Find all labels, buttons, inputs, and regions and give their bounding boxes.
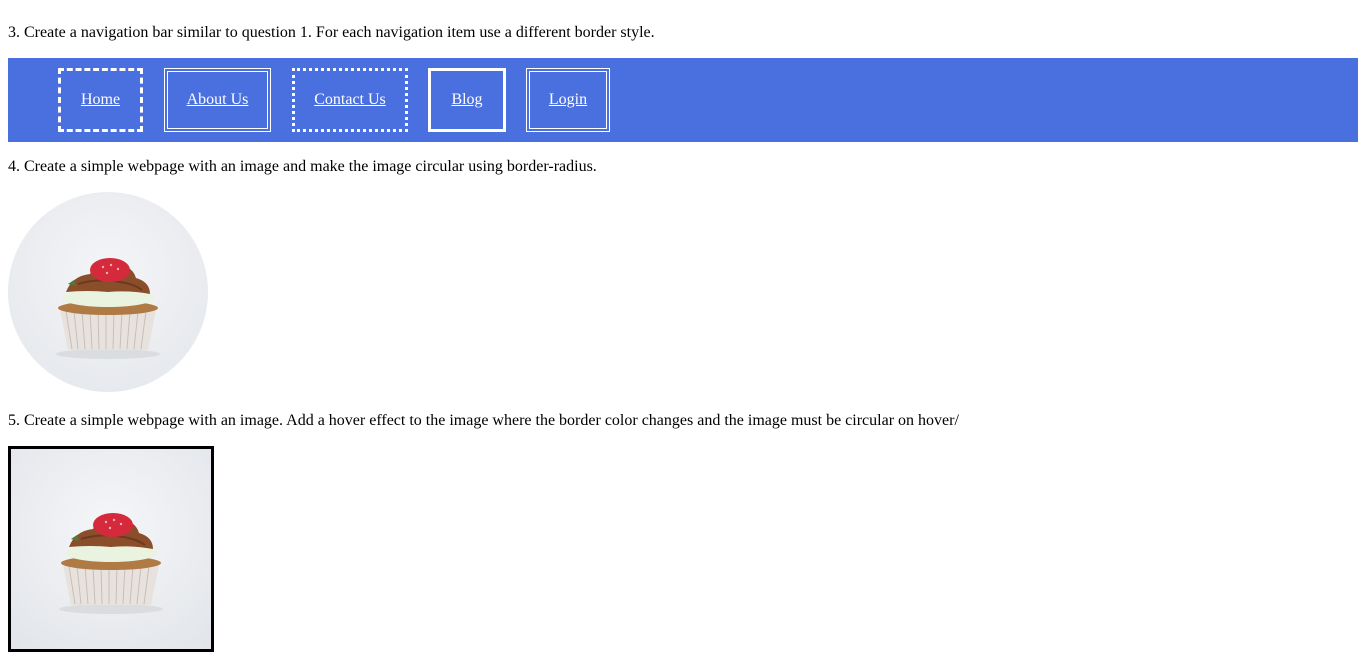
navigation-bar: Home About Us Contact Us Blog Login [8,58,1358,142]
question-4-text: 4. Create a simple webpage with an image… [8,158,597,175]
bordered-cupcake-image[interactable] [8,446,214,652]
cupcake-photo [8,192,208,392]
nav-item-contact-us[interactable]: Contact Us [292,68,408,132]
nav-item-blog[interactable]: Blog [428,68,506,132]
question-5-text: 5. Create a simple webpage with an image… [8,412,959,429]
nav-item-login[interactable]: Login [526,68,610,132]
nav-item-home[interactable]: Home [58,68,143,132]
question-3-text: 3. Create a navigation bar similar to qu… [8,24,655,41]
nav-item-about-us[interactable]: About Us [164,68,271,132]
cupcake-photo [11,449,211,649]
circular-cupcake-image [8,192,208,392]
